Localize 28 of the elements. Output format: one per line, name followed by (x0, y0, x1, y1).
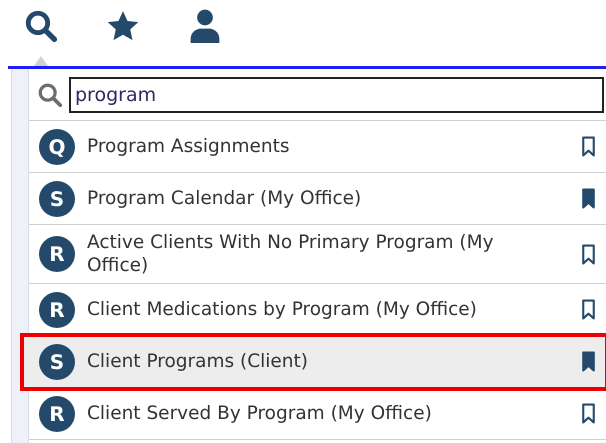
type-badge: S (39, 344, 75, 380)
type-badge: R (39, 236, 75, 272)
search-icon[interactable] (24, 9, 58, 43)
search-icon (37, 82, 63, 108)
type-badge: R (39, 292, 75, 328)
type-badge: S (39, 180, 75, 216)
bookmark-icon[interactable] (581, 403, 596, 424)
type-badge: R (39, 396, 75, 432)
result-item[interactable]: R Client Served By Program (My Office) (29, 388, 606, 440)
type-badge: Q (39, 128, 75, 164)
result-item[interactable]: R Active Clients With No Primary Program (My Office) (29, 225, 606, 284)
result-label: Program Assignments (87, 135, 290, 158)
person-icon[interactable] (189, 9, 221, 43)
result-label: Program Calendar (My Office) (87, 187, 362, 210)
bookmark-icon[interactable] (581, 351, 596, 372)
result-label: Active Clients With No Primary Program (My Office) (87, 231, 495, 277)
bookmark-icon[interactable] (581, 188, 596, 209)
result-label: Client Medications by Program (My Office) (87, 298, 478, 321)
star-icon[interactable] (106, 9, 140, 43)
bookmark-icon[interactable] (581, 136, 596, 157)
result-label: Client Programs (Client) (87, 350, 310, 373)
result-item[interactable]: S Client Programs (Client) (23, 336, 606, 388)
search-field[interactable]: program (69, 76, 604, 112)
result-item[interactable]: Q Program Assignments (29, 121, 606, 173)
result-item[interactable]: S Program Calendar (My Office) (29, 173, 606, 225)
bookmark-icon[interactable] (581, 299, 596, 320)
bookmark-icon[interactable] (581, 244, 596, 264)
result-label: Client Served By Program (My Office) (87, 402, 433, 425)
